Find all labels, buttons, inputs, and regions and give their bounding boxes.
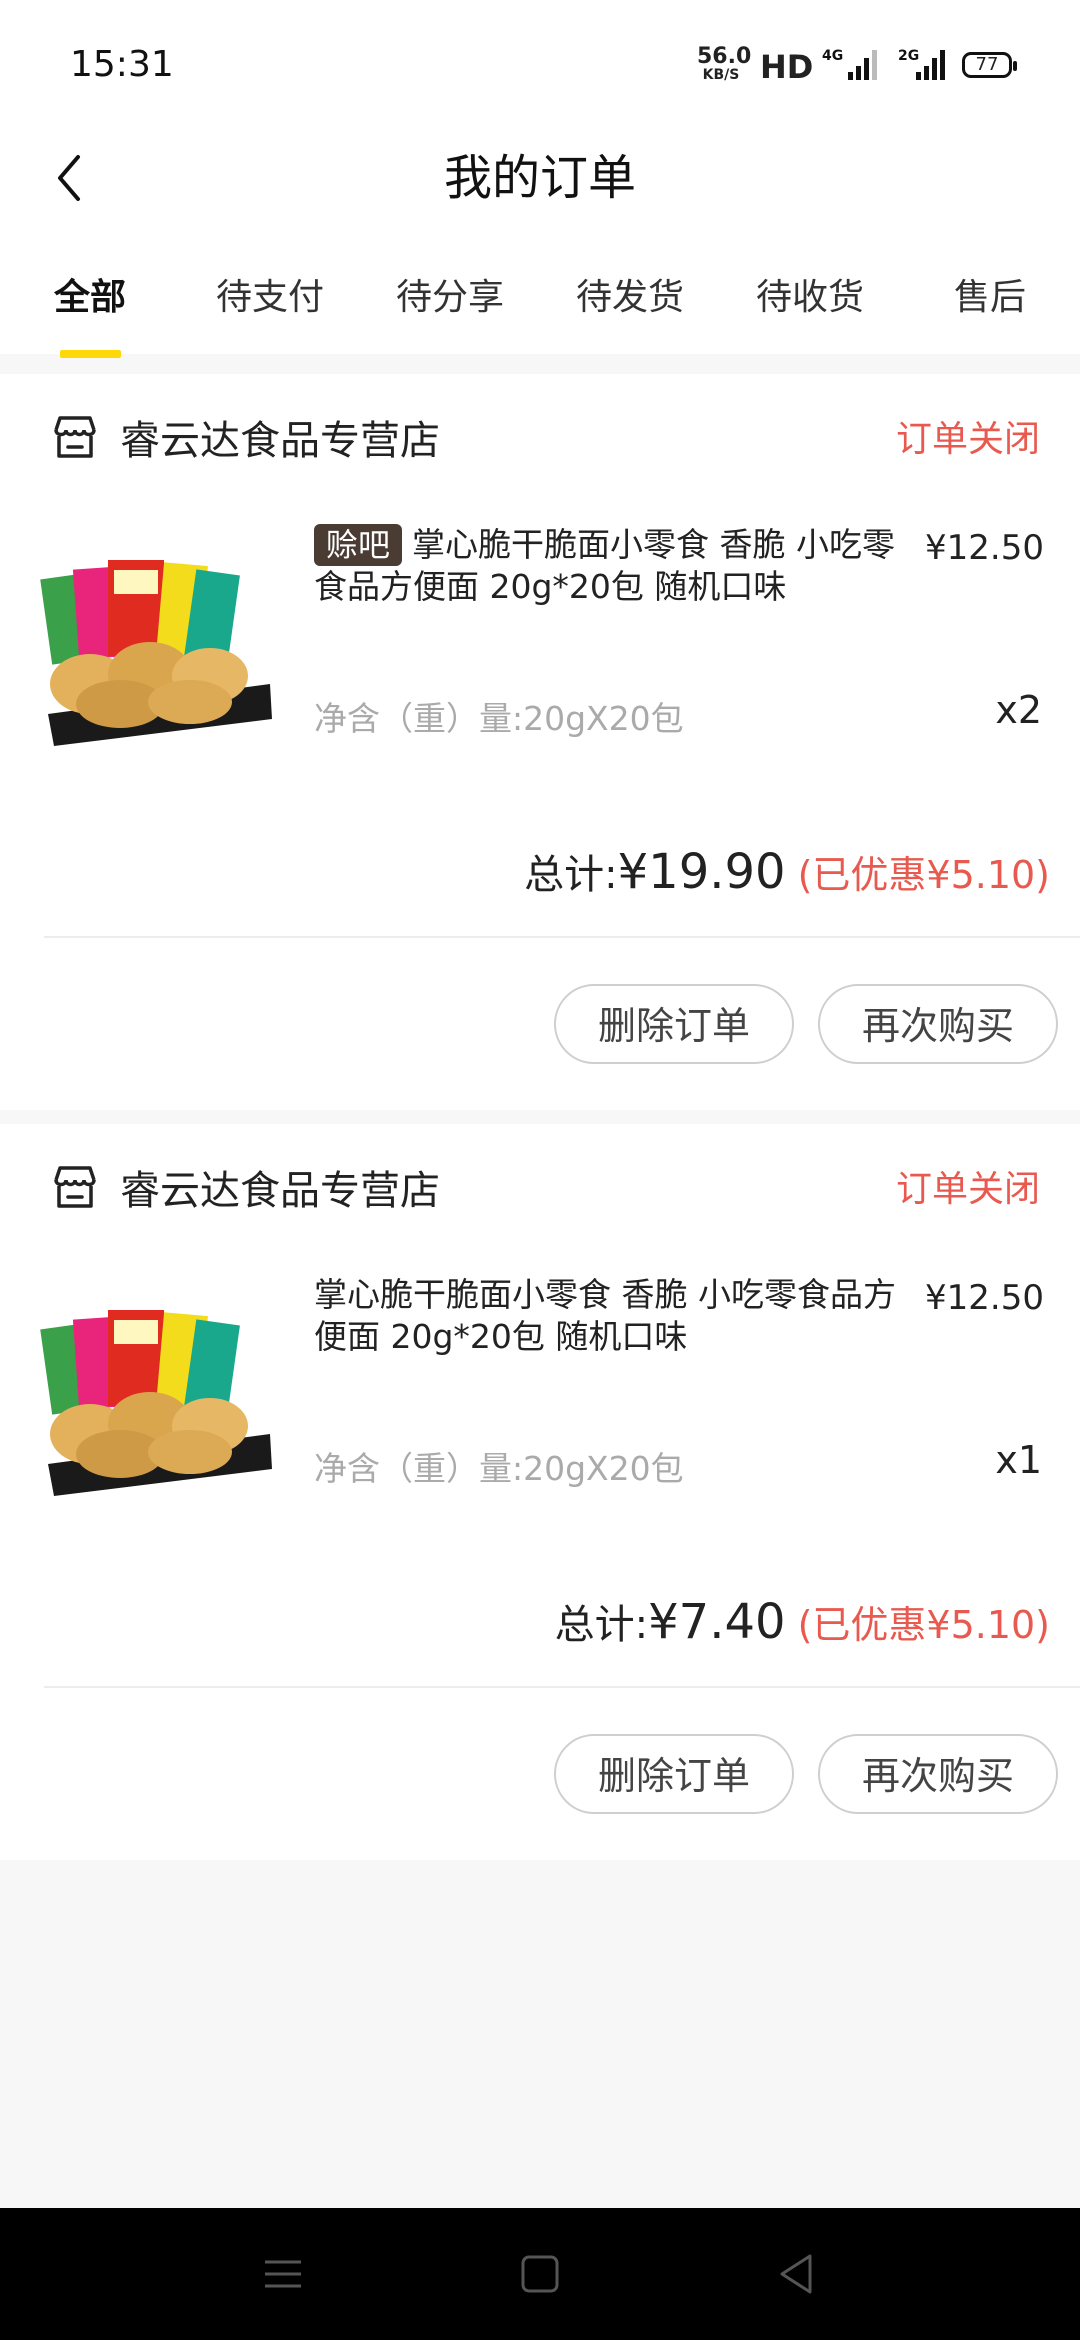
promo-tag: 赊吧 [314, 524, 403, 566]
order-total: 总计:¥19.90 (已优惠¥5.10) [524, 842, 1050, 900]
hd-indicator: HD [760, 48, 814, 86]
order-status: 订单关闭 [895, 1169, 1040, 1210]
shop-name[interactable]: 睿云达食品专营店 [120, 1158, 440, 1216]
active-tab-indicator [60, 350, 121, 358]
order-status: 订单关闭 [895, 419, 1040, 460]
product-quantity: x2 [995, 688, 1042, 732]
product-quantity: x1 [995, 1438, 1042, 1482]
tab-pending-share[interactable]: 待分享 [370, 268, 530, 320]
battery-icon: 77 [962, 52, 1017, 78]
network-speed-value: 56.0 [697, 44, 752, 69]
product-image[interactable] [40, 514, 280, 754]
product-price: ¥12.50 [925, 1278, 1044, 1318]
total-amount: ¥7.40 [648, 1594, 786, 1650]
tab-pending-receipt[interactable]: 待收货 [730, 268, 890, 320]
order-card: 睿云达食品专营店 订单关闭 掌心脆干脆面小零食 香脆 小吃零食品方便面 20g*… [0, 1124, 1080, 1860]
store-icon [54, 1166, 96, 1208]
svg-text:2G: 2G [898, 48, 919, 64]
order-card: 睿云达食品专营店 订单关闭 赊吧 掌心脆干脆面小零食 香脆 小吃零食品方便面 20… [0, 374, 1080, 1110]
page-header: 我的订单 [0, 128, 1080, 228]
divider [44, 936, 1080, 938]
store-icon [54, 416, 96, 458]
signal-2g-icon: 2G [898, 48, 945, 80]
home-square-icon[interactable] [510, 2244, 570, 2304]
buy-again-button[interactable]: 再次购买 [818, 984, 1058, 1064]
total-amount: ¥19.90 [617, 844, 786, 900]
tab-pending-shipment[interactable]: 待发货 [550, 268, 710, 320]
svg-text:4G: 4G [822, 48, 843, 64]
order-tabs: 全部 待支付 待分享 待发货 待收货 售后 [0, 228, 1080, 358]
total-label: 总计: [554, 1602, 649, 1648]
product-spec: 净含（重）量:20gX20包 [314, 1449, 684, 1488]
back-triangle-icon[interactable] [766, 2244, 826, 2304]
menu-icon[interactable] [253, 2244, 313, 2304]
tab-all[interactable]: 全部 [10, 268, 170, 320]
shop-name[interactable]: 睿云达食品专营店 [120, 408, 440, 466]
product-name[interactable]: 赊吧 掌心脆干脆面小零食 香脆 小吃零食品方便面 20g*20包 随机口味 [314, 524, 914, 608]
system-nav-bar [0, 2208, 1080, 2340]
signal-4g-icon: 4G [822, 48, 877, 80]
tab-pending-payment[interactable]: 待支付 [190, 268, 350, 320]
total-label: 总计: [524, 852, 618, 898]
divider [44, 1686, 1080, 1688]
product-price: ¥12.50 [925, 528, 1044, 568]
page-title: 我的订单 [443, 150, 636, 206]
product-spec: 净含（重）量:20gX20包 [314, 699, 684, 738]
product-name[interactable]: 掌心脆干脆面小零食 香脆 小吃零食品方便面 20g*20包 随机口味 [314, 1274, 914, 1358]
delete-order-button[interactable]: 删除订单 [554, 984, 794, 1064]
delete-order-button[interactable]: 删除订单 [554, 1734, 794, 1814]
status-bar: 15:31 56.0 KB/S HD 4G 2G 77 [0, 0, 1080, 128]
status-time: 15:31 [70, 44, 174, 85]
product-image[interactable] [40, 1264, 280, 1504]
tab-after-sales[interactable]: 售后 [910, 268, 1070, 320]
network-speed: 56.0 KB/S [697, 44, 752, 83]
discount-text: (已优惠¥5.10) [797, 853, 1050, 897]
network-speed-unit: KB/S [702, 67, 740, 83]
order-total: 总计:¥7.40 (已优惠¥5.10) [555, 1592, 1050, 1650]
buy-again-button[interactable]: 再次购买 [818, 1734, 1058, 1814]
discount-text: (已优惠¥5.10) [797, 1603, 1050, 1647]
